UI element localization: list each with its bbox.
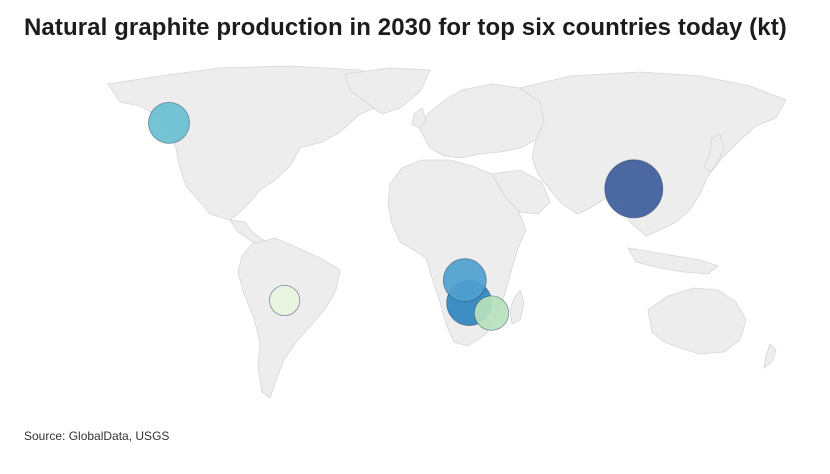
bubble-china[interactable]: China [604,159,664,219]
chart-title: Natural graphite production in 2030 for … [24,14,787,41]
madagascar [509,289,525,325]
map-canvas: ChinaMozambiqueTanzaniaCanadaMadagascarB… [107,65,787,399]
world-map: ChinaMozambiqueTanzaniaCanadaMadagascarB… [100,62,800,407]
south-america [237,237,341,399]
source-note: Source: GlobalData, USGS [24,429,170,443]
australia [647,287,747,355]
southeast-asia-islands [627,247,719,275]
bubble-canada[interactable]: Canada [148,102,190,144]
bubble-tanzania[interactable]: Tanzania [442,258,487,303]
land-masses [107,65,787,399]
bubble-brazil[interactable]: Brazil [269,284,301,316]
europe [417,83,545,159]
bubble-madagascar[interactable]: Madagascar [473,295,510,331]
new-zealand [763,343,777,369]
asia [519,71,787,237]
